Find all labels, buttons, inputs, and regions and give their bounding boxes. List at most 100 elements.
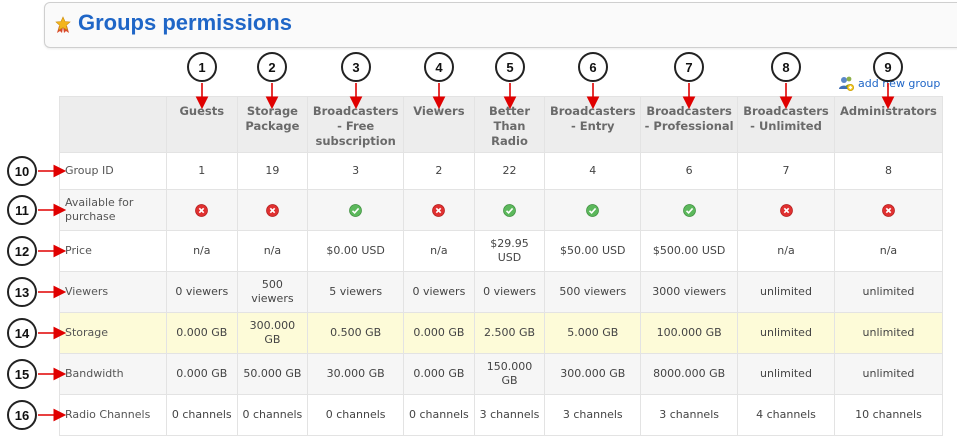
table-cell: 300.000 GB: [236, 312, 309, 354]
callout-number: 1: [187, 52, 217, 82]
callout-number: 5: [495, 52, 525, 82]
availability-cell: [165, 189, 238, 231]
table-cell: 0.000 GB: [403, 312, 475, 354]
callout-number: 2: [257, 52, 287, 82]
table-cell: n/a: [737, 230, 835, 272]
table-cell: 3: [307, 152, 405, 190]
add-new-group-label: add new group: [858, 76, 941, 90]
header-row: Guests Storage Package Broadcasters - Fr…: [59, 96, 944, 153]
table-cell: 6: [640, 152, 739, 190]
table-cell: 3000 viewers: [640, 271, 739, 313]
table-cell: 0.500 GB: [307, 312, 405, 354]
table-cell: $500.00 USD: [640, 230, 739, 272]
table-cell: 19: [236, 152, 309, 190]
table-cell: 0 channels: [307, 394, 405, 436]
callout-number: 7: [674, 52, 704, 82]
row-label: Radio Channels: [59, 394, 167, 436]
table-cell: $0.00 USD: [307, 230, 405, 272]
table-row: Storage 0.000 GB 300.000 GB 0.500 GB 0.000 G…: [59, 312, 944, 354]
availability-cell: [640, 189, 739, 231]
page-title: Groups permissions: [78, 10, 292, 35]
callout-number: 11: [7, 195, 37, 225]
table-cell: 3 channels: [473, 394, 546, 436]
table-cell: 0.000 GB: [165, 312, 238, 354]
table-cell: 100.000 GB: [640, 312, 739, 354]
cross-icon: [195, 203, 209, 217]
table-row: Viewers 0 viewers 500 viewers 5 viewers 0 vi…: [59, 271, 944, 313]
table-cell: 10 channels: [833, 394, 944, 436]
callout-number: 15: [7, 359, 37, 389]
table-cell: 300.000 GB: [544, 353, 642, 395]
availability-cell: [473, 189, 546, 231]
availability-cell: [737, 189, 835, 231]
table-cell: 30.000 GB: [307, 353, 405, 395]
table-cell: 0 viewers: [165, 271, 238, 313]
column-header: Guests: [165, 96, 238, 153]
check-icon: [349, 203, 362, 217]
column-header: Broadcasters - Professional: [640, 96, 739, 153]
column-header: Viewers: [403, 96, 475, 153]
groups-permissions-table: Guests Storage Package Broadcasters - Fr…: [59, 96, 944, 436]
callout-number: 4: [424, 52, 454, 82]
callout-number: 13: [7, 277, 37, 307]
availability-cell: [307, 189, 405, 231]
table-cell: 5.000 GB: [544, 312, 642, 354]
row-label: Price: [59, 230, 167, 272]
table-cell: 0 channels: [236, 394, 309, 436]
cross-icon: [779, 203, 793, 217]
column-header: Broadcasters - Unlimited: [737, 96, 835, 153]
table-cell: 4 channels: [737, 394, 835, 436]
table-cell: 0.000 GB: [165, 353, 238, 395]
table-cell: 3 channels: [544, 394, 642, 436]
row-label: Group ID: [59, 152, 167, 190]
table-cell: 4: [544, 152, 642, 190]
table-cell: 7: [737, 152, 835, 190]
table-cell: n/a: [236, 230, 309, 272]
table-row: Group ID 1 19 3 2 22 4 6 7 8: [59, 152, 944, 190]
callout-number: 9: [873, 52, 903, 82]
row-label: Bandwidth: [59, 353, 167, 395]
table-cell: unlimited: [737, 353, 835, 395]
table-row: Price n/a n/a $0.00 USD n/a $29.95 USD $50.00 …: [59, 230, 944, 272]
callout-number: 12: [7, 236, 37, 266]
column-header: Administrators: [833, 96, 944, 153]
table-cell: 5 viewers: [307, 271, 405, 313]
table-cell: 22: [473, 152, 546, 190]
table-row: Radio Channels 0 channels 0 channels 0 chan…: [59, 394, 944, 436]
table-cell: unlimited: [833, 312, 944, 354]
add-users-icon: [839, 76, 854, 91]
table-cell: n/a: [833, 230, 944, 272]
table-cell: 50.000 GB: [236, 353, 309, 395]
table-cell: 500 viewers: [236, 271, 309, 313]
availability-cell: [544, 189, 642, 231]
table-cell: unlimited: [737, 271, 835, 313]
table-cell: unlimited: [833, 271, 944, 313]
check-icon: [586, 203, 600, 217]
check-icon: [682, 203, 696, 217]
availability-cell: [236, 189, 309, 231]
table-cell: n/a: [403, 230, 475, 272]
table-cell: n/a: [165, 230, 238, 272]
check-icon: [503, 203, 516, 217]
row-label: Storage: [59, 312, 167, 354]
table-cell: 150.000 GB: [473, 353, 546, 395]
table-cell: 0 channels: [403, 394, 475, 436]
availability-cell: [833, 189, 944, 231]
row-label: Available for purchase: [59, 189, 167, 231]
table-cell: 0 channels: [165, 394, 238, 436]
availability-cell: [403, 189, 475, 231]
callout-number: 16: [7, 400, 37, 430]
table-cell: 8: [833, 152, 944, 190]
table-cell: $50.00 USD: [544, 230, 642, 272]
corner-cell: [59, 96, 167, 153]
award-ribbon-icon: [55, 16, 71, 33]
column-header: Storage Package: [236, 96, 309, 153]
row-label: Viewers: [59, 271, 167, 313]
table-row: Available for purchase: [59, 189, 944, 231]
callout-number: 6: [578, 52, 608, 82]
callout-number: 10: [7, 156, 37, 186]
table-cell: 0.000 GB: [403, 353, 475, 395]
column-header: Broadcasters - Entry: [544, 96, 642, 153]
table-cell: 2: [403, 152, 475, 190]
column-header: Better Than Radio: [473, 96, 546, 153]
